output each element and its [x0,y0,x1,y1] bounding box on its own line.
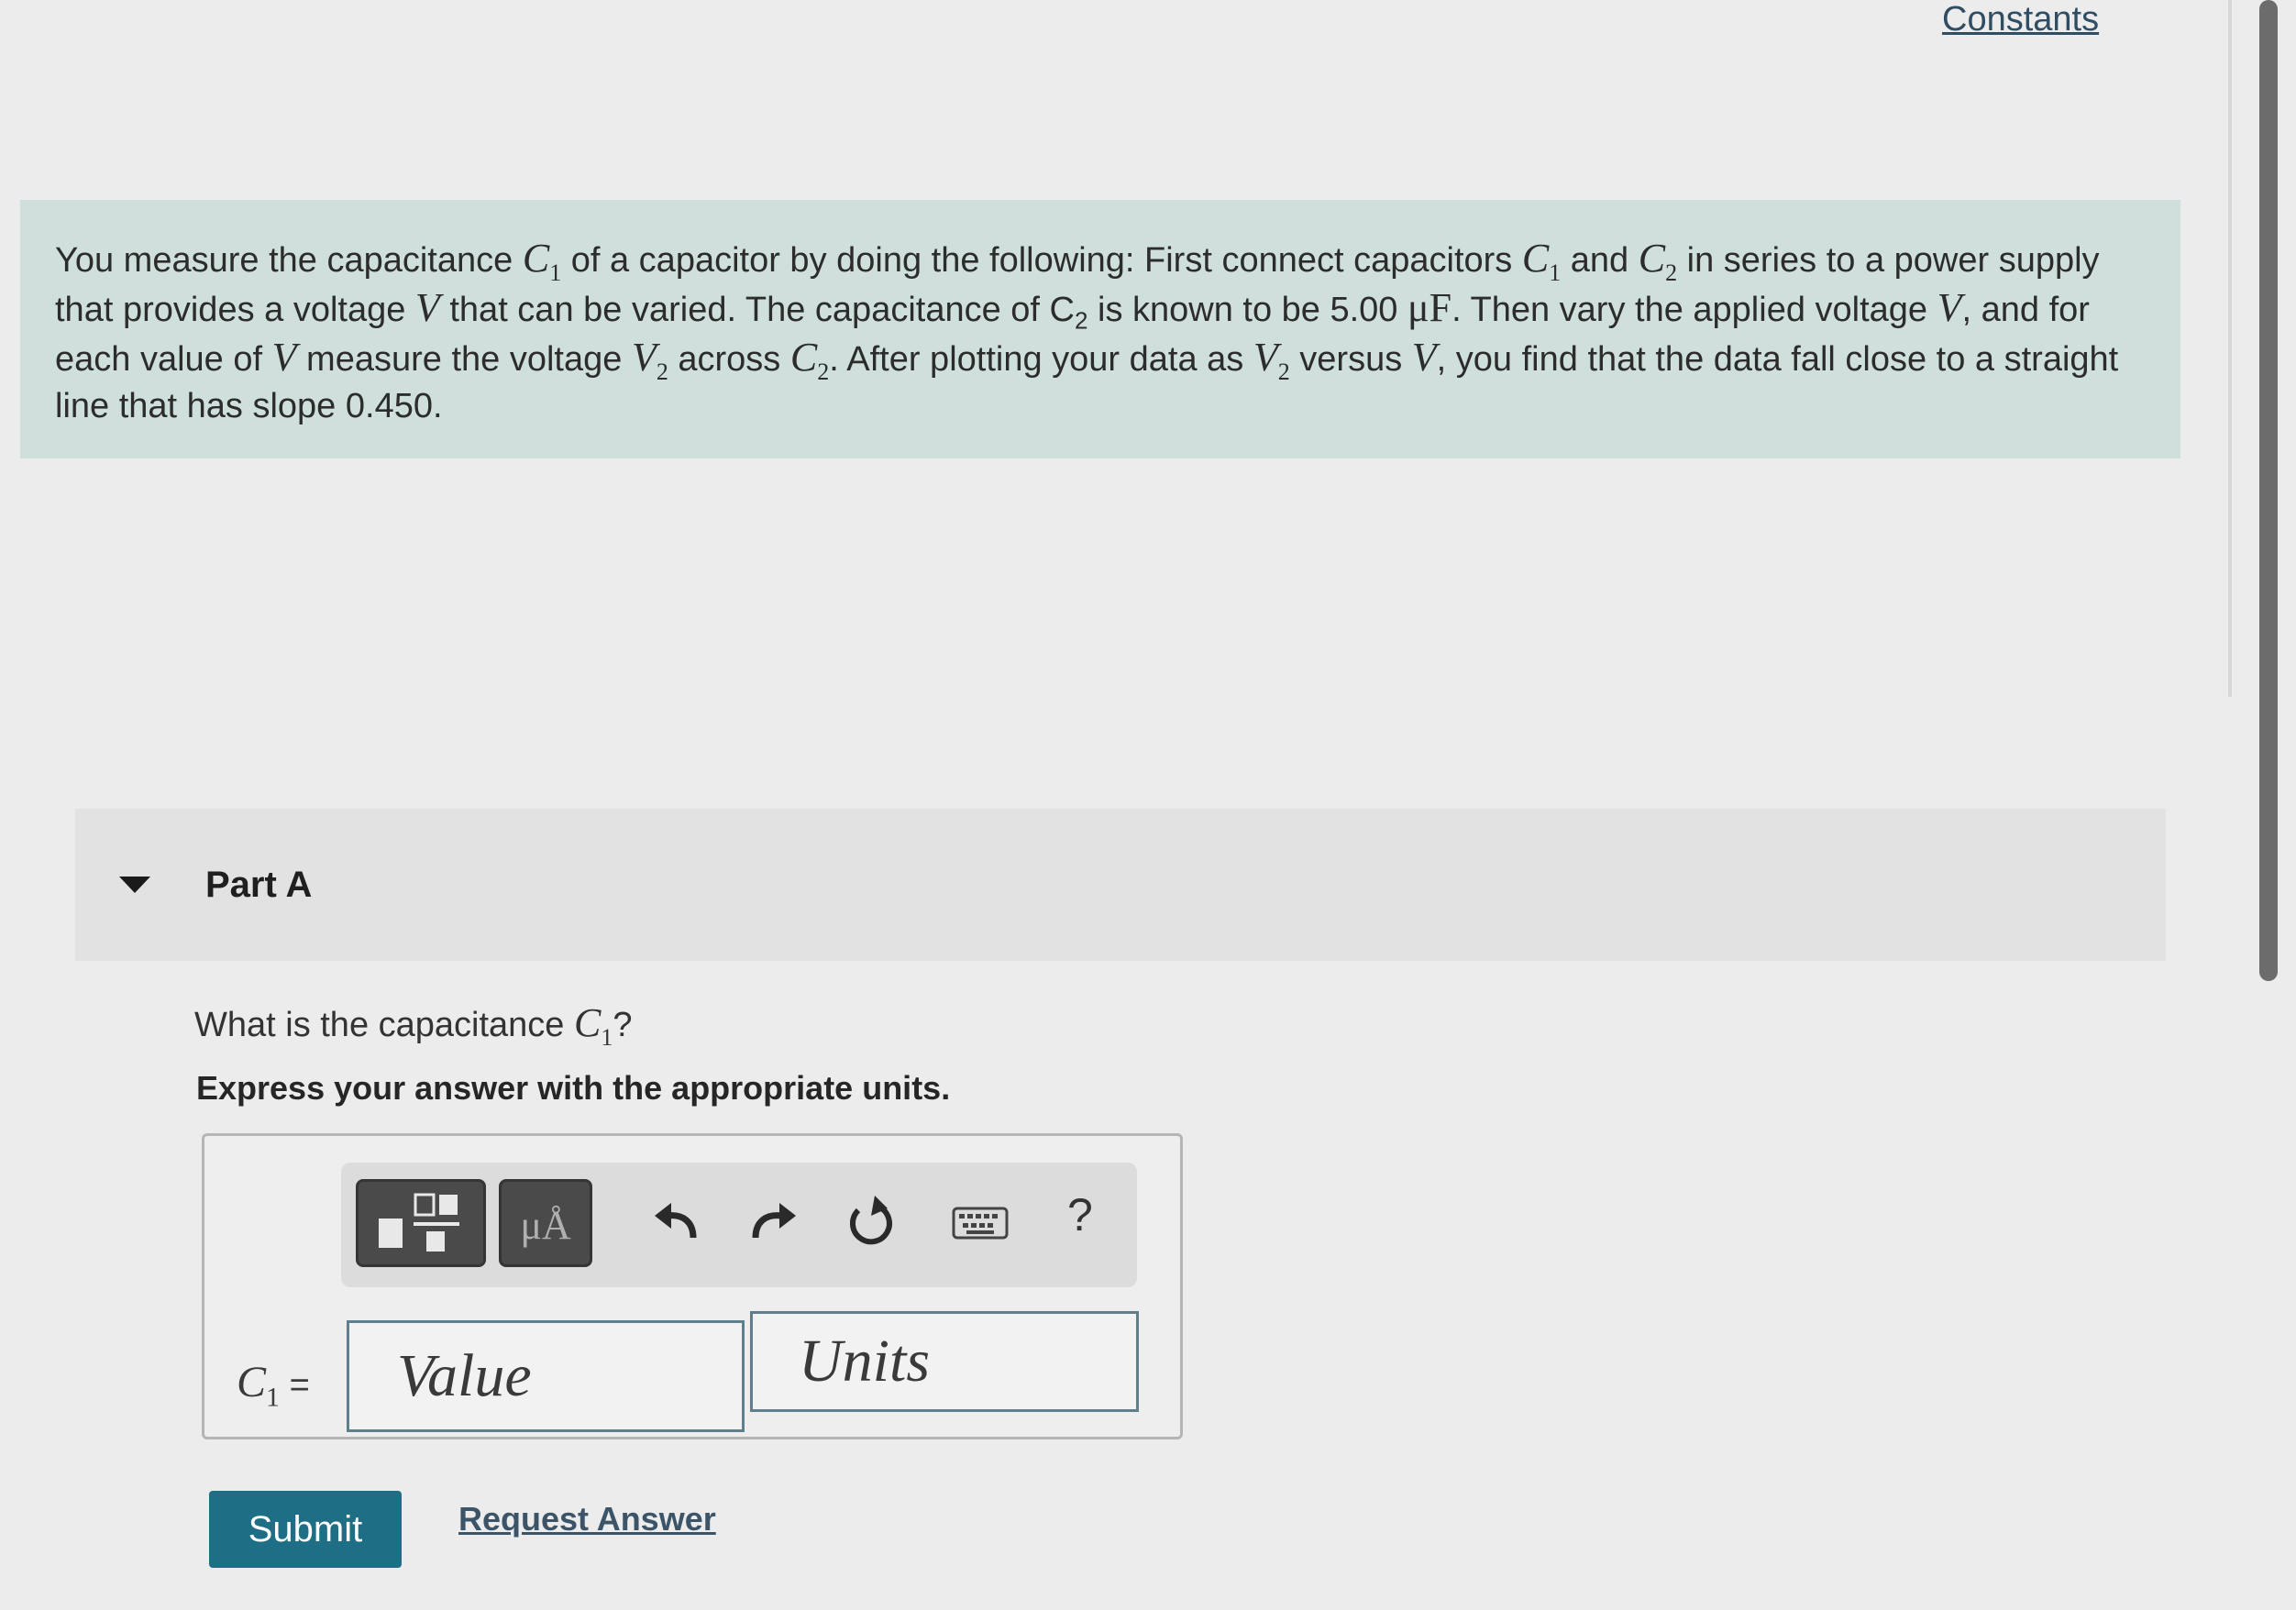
caret-down-icon[interactable] [119,877,150,893]
var-c2: C2 [789,335,830,385]
request-answer-link[interactable]: Request Answer [458,1500,716,1538]
question-var: C1 [574,1000,613,1051]
question-text: What is the capacitance C1? [194,999,633,1051]
math-toolbar: μÅ ? [341,1163,1137,1287]
var-v: V [414,285,440,330]
scrollbar-track [2228,0,2232,697]
undo-icon[interactable] [644,1190,710,1256]
answer-variable-label: C1 = [237,1358,310,1413]
units-input[interactable] [750,1311,1139,1412]
var-v2: V2 [631,335,668,385]
var-v: V [271,335,297,380]
help-icon[interactable]: ? [1067,1188,1093,1241]
submit-button[interactable]: Submit [209,1491,402,1568]
var-c2: C2 [1638,236,1678,286]
fraction-template-icon [379,1193,459,1252]
keyboard-icon[interactable] [950,1196,1010,1251]
subscript: 2 [1074,306,1088,335]
var-c1: C1 [1521,236,1562,286]
problem-text: that can be varied. The capacitance of C [439,291,1075,329]
question-prefix: What is the capacitance [194,1006,574,1044]
problem-text: measure the voltage [296,340,632,379]
var-v2: V2 [1253,335,1290,385]
problem-text: across [668,340,790,379]
problem-text: . After plotting your data as [829,340,1253,379]
templates-button[interactable] [356,1179,486,1267]
instruction-text: Express your answer with the appropriate… [196,1069,951,1107]
units-button[interactable]: μÅ [499,1179,592,1267]
problem-text: of a capacitor by doing the following: F… [561,241,1522,280]
question-suffix: ? [613,1006,633,1044]
units-button-label: μÅ [520,1203,571,1248]
var-v: V [1937,285,1962,330]
var-c1: C1 [522,236,562,286]
problem-text: versus [1289,340,1412,379]
scrollbar-thumb[interactable] [2259,0,2278,981]
reset-icon[interactable] [838,1190,904,1256]
var-v: V [1411,335,1437,380]
part-title: Part A [205,864,313,905]
part-a-header[interactable]: Part A [75,809,2166,961]
value-input[interactable] [347,1320,745,1432]
constants-link[interactable]: Constants [1942,0,2099,39]
unit-microfarad: μF [1407,285,1452,330]
problem-text: You measure the capacitance [55,241,523,280]
redo-icon[interactable] [741,1190,807,1256]
problem-statement: You measure the capacitance C1 of a capa… [20,200,2180,458]
problem-text: is known to be 5.00 [1087,291,1408,329]
problem-text: . Then vary the applied voltage [1452,291,1937,329]
problem-text: and [1561,241,1639,280]
